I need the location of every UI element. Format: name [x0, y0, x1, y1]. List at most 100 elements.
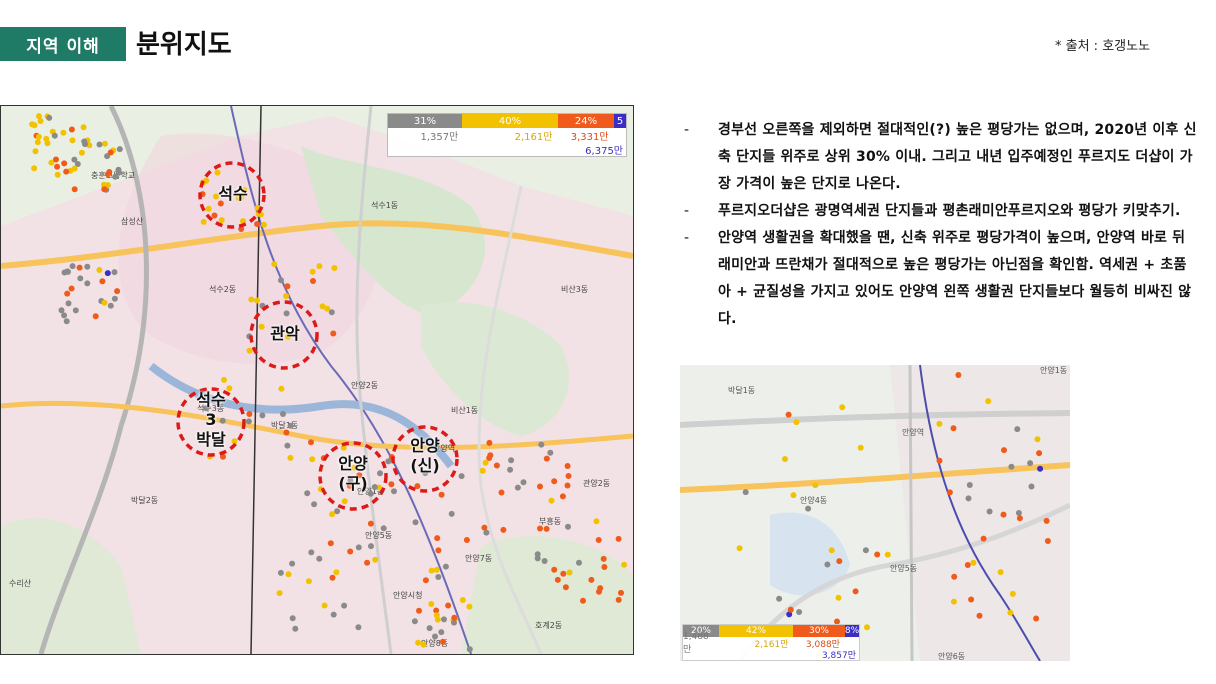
price-dot[interactable] [1015, 510, 1022, 516]
price-dot[interactable] [985, 398, 992, 405]
price-dot[interactable] [309, 456, 316, 463]
price-dot[interactable] [857, 444, 864, 451]
price-dot[interactable] [305, 578, 312, 585]
price-dot[interactable] [736, 545, 743, 552]
price-dot[interactable] [537, 525, 543, 532]
price-dot[interactable] [862, 547, 869, 554]
price-dot[interactable] [292, 625, 299, 632]
price-dot[interactable] [333, 569, 340, 576]
price-dot[interactable] [372, 556, 379, 563]
price-dot[interactable] [64, 290, 71, 297]
price-dot[interactable] [289, 560, 296, 567]
price-dot[interactable] [334, 508, 341, 515]
price-dot[interactable] [554, 576, 561, 583]
price-dot[interactable] [1008, 463, 1015, 470]
price-dot[interactable] [787, 606, 794, 613]
price-dot[interactable] [377, 470, 383, 477]
zoomed-price-map[interactable]: 박달1동 안양4동 안양5동 안양역 안양6동 안양1동 20% 42% 30%… [680, 365, 1070, 661]
price-dot[interactable] [884, 551, 891, 558]
price-dot[interactable] [81, 138, 88, 145]
price-dot[interactable] [327, 540, 334, 547]
price-dot[interactable] [61, 269, 68, 276]
price-dot[interactable] [433, 566, 440, 573]
price-dot[interactable] [44, 140, 51, 147]
price-dot[interactable] [541, 558, 548, 564]
price-dot[interactable] [438, 629, 445, 636]
price-dot[interactable] [246, 411, 253, 417]
price-dot[interactable] [76, 264, 83, 271]
price-dot[interactable] [78, 149, 85, 156]
price-dot[interactable] [560, 570, 567, 577]
price-dot[interactable] [341, 602, 348, 609]
price-dot[interactable] [289, 615, 296, 622]
price-dot[interactable] [310, 278, 316, 284]
price-dot[interactable] [380, 525, 387, 532]
price-dot[interactable] [466, 603, 473, 610]
price-dot[interactable] [1007, 609, 1014, 616]
price-dot[interactable] [483, 529, 490, 536]
price-dot[interactable] [551, 566, 558, 573]
price-dot[interactable] [54, 163, 61, 170]
price-dot[interactable] [433, 612, 440, 619]
price-dot[interactable] [595, 537, 602, 543]
price-dot[interactable] [245, 418, 252, 425]
price-dot[interactable] [538, 441, 545, 448]
price-dot[interactable] [71, 186, 78, 193]
price-dot[interactable] [562, 584, 569, 591]
zoomed-map-canvas[interactable]: 박달1동 안양4동 안양5동 안양역 안양6동 안양1동 [680, 365, 1070, 661]
price-dot[interactable] [58, 307, 65, 314]
price-dot[interactable] [980, 535, 987, 542]
price-dot[interactable] [593, 518, 600, 525]
price-dot[interactable] [329, 574, 336, 581]
price-dot[interactable] [31, 122, 38, 129]
price-dot[interactable] [441, 616, 447, 623]
price-dot[interactable] [1009, 590, 1016, 597]
price-dot[interactable] [864, 624, 870, 631]
price-dot[interactable] [951, 573, 958, 580]
price-dot[interactable] [997, 569, 1004, 576]
price-dot[interactable] [111, 295, 118, 302]
price-dot[interactable] [331, 265, 338, 271]
price-dot[interactable] [1036, 450, 1043, 457]
price-dot[interactable] [35, 133, 42, 140]
price-dot[interactable] [498, 489, 505, 496]
price-dot[interactable] [964, 562, 971, 568]
price-dot[interactable] [68, 126, 75, 133]
main-price-map[interactable]: 석수1동 석수2동 석수3동 안양2동 안양5동 안양7동 박달1동 박달2동 … [0, 105, 634, 655]
price-dot[interactable] [248, 296, 255, 303]
price-dot[interactable] [428, 567, 435, 574]
price-dot[interactable] [96, 141, 103, 148]
price-dot[interactable] [986, 508, 993, 515]
price-dot[interactable] [565, 523, 571, 530]
price-dot[interactable] [566, 569, 573, 576]
price-dot[interactable] [287, 454, 294, 461]
price-dot[interactable] [80, 124, 87, 131]
price-dot[interactable] [415, 639, 422, 646]
price-dot[interactable] [486, 439, 493, 446]
price-dot[interactable] [547, 449, 554, 456]
price-dot[interactable] [284, 442, 291, 449]
price-dot[interactable] [31, 165, 38, 172]
price-dot[interactable] [200, 218, 207, 225]
price-dot[interactable] [283, 293, 290, 299]
price-dot[interactable] [278, 385, 285, 392]
price-dot[interactable] [950, 425, 957, 432]
price-dot[interactable] [615, 535, 622, 542]
price-dot[interactable] [564, 463, 571, 469]
price-dot[interactable] [278, 277, 284, 284]
price-dot[interactable] [101, 299, 108, 306]
price-dot[interactable] [116, 146, 123, 153]
price-dot[interactable] [435, 574, 442, 580]
price-dot[interactable] [537, 483, 543, 490]
price-dot[interactable] [543, 525, 550, 532]
price-dot[interactable] [852, 588, 859, 595]
price-dot[interactable] [51, 132, 58, 139]
price-dot[interactable] [114, 288, 121, 295]
price-dot[interactable] [63, 318, 70, 325]
price-dot[interactable] [520, 479, 527, 486]
price-dot[interactable] [283, 310, 290, 317]
price-dot[interactable] [341, 498, 348, 505]
price-dot[interactable] [1014, 426, 1021, 433]
price-dot[interactable] [597, 585, 604, 592]
price-dot[interactable] [1043, 517, 1050, 524]
